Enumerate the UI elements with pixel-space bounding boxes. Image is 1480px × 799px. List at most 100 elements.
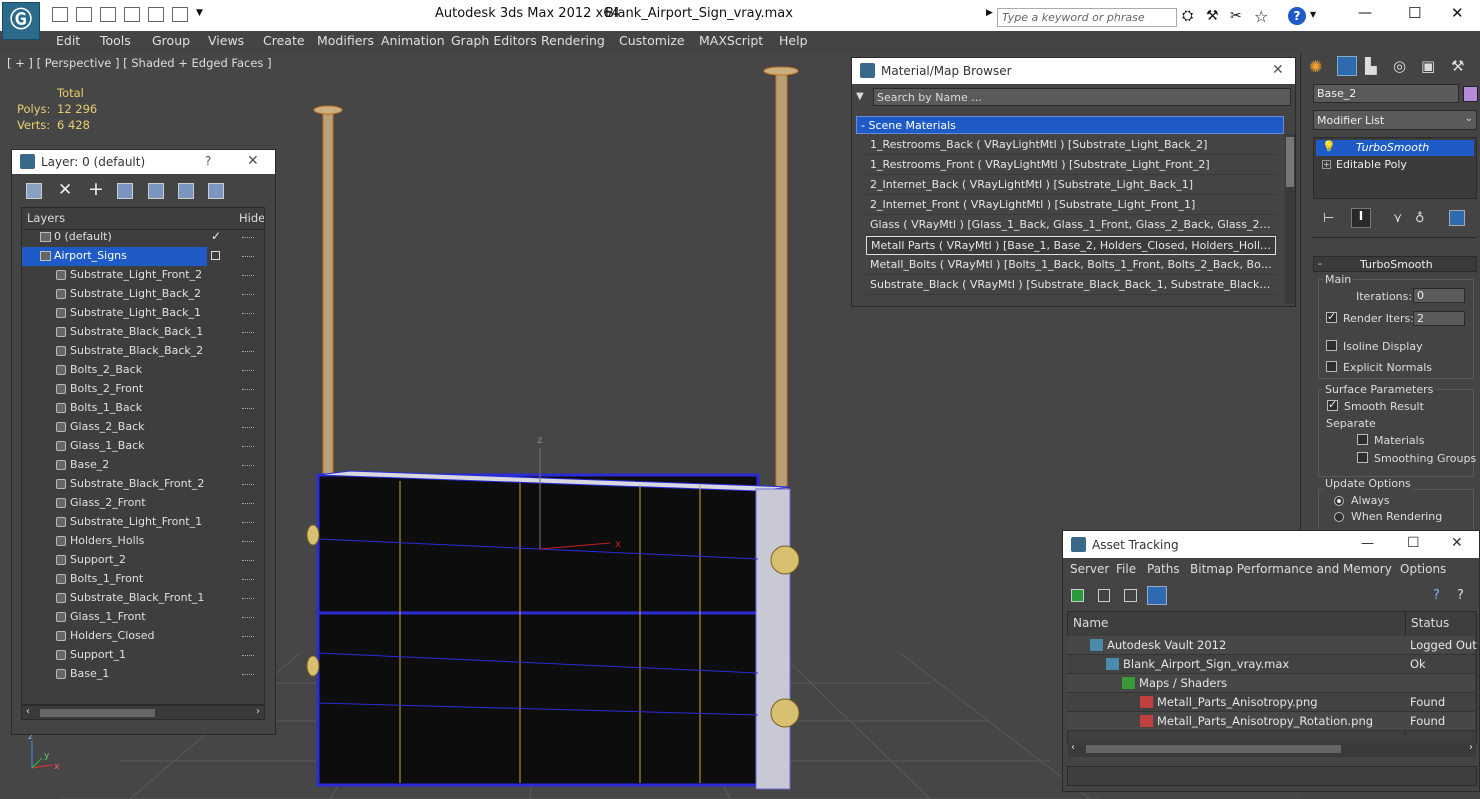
configure-sets-icon[interactable] bbox=[1449, 210, 1465, 226]
refresh-icon[interactable] bbox=[1071, 589, 1084, 602]
browser-options-icon[interactable]: ▼ bbox=[856, 91, 864, 102]
hide-toggle[interactable] bbox=[242, 446, 254, 447]
utilities-tab-icon[interactable]: ⚒ bbox=[1451, 57, 1471, 77]
layer-object-row[interactable]: Bolts_2_Front bbox=[22, 380, 262, 399]
modifier-stack[interactable]: 💡 TurboSmooth + Editable Poly bbox=[1313, 137, 1477, 199]
add-to-layer-icon[interactable]: + bbox=[88, 178, 104, 200]
help-icon[interactable]: ? bbox=[1288, 7, 1306, 25]
favorites-icon[interactable]: ☆ bbox=[1254, 7, 1268, 26]
asset-menu-server[interactable]: Server bbox=[1070, 562, 1109, 576]
layer-object-row[interactable]: Holders_Closed bbox=[22, 627, 262, 646]
menu-group[interactable]: Group bbox=[152, 33, 190, 48]
layer-hscrollbar[interactable]: ‹ › bbox=[21, 705, 265, 720]
communication-icon[interactable]: ✂ bbox=[1230, 8, 1242, 24]
material-item[interactable]: 1_Restrooms_Front ( VRayLightMtl ) [Subs… bbox=[866, 156, 1276, 175]
layer-object-row[interactable]: Substrate_Black_Back_2 bbox=[22, 342, 262, 361]
show-end-result-icon[interactable]: I bbox=[1351, 208, 1371, 228]
layer-help-button[interactable]: ? bbox=[205, 154, 211, 168]
hide-toggle[interactable] bbox=[242, 522, 254, 523]
asset-menu-paths[interactable]: Paths bbox=[1147, 562, 1180, 576]
asset-path-field[interactable] bbox=[1067, 766, 1477, 786]
materials-checkbox[interactable] bbox=[1357, 434, 1368, 445]
name-column-header[interactable]: Name bbox=[1073, 616, 1108, 630]
display-tab-icon[interactable]: ▣ bbox=[1421, 57, 1441, 77]
layer-object-row[interactable]: Base_2 bbox=[22, 456, 262, 475]
maximize-button[interactable]: ☐ bbox=[1408, 4, 1421, 22]
asset-menu-options[interactable]: Options bbox=[1400, 562, 1446, 576]
material-item[interactable]: 1_Restrooms_Back ( VRayLightMtl ) [Subst… bbox=[866, 136, 1276, 155]
layer-object-row[interactable]: Glass_2_Back bbox=[22, 418, 262, 437]
tools-icon[interactable]: ⚒ bbox=[1206, 8, 1219, 24]
hide-toggle[interactable] bbox=[242, 275, 254, 276]
minimize-button[interactable]: — bbox=[1358, 5, 1372, 21]
scroll-left-icon[interactable]: ‹ bbox=[1071, 742, 1075, 753]
hide-toggle[interactable] bbox=[242, 294, 254, 295]
modify-tab-icon[interactable] bbox=[1337, 56, 1357, 76]
lightbulb-icon[interactable]: 💡 bbox=[1322, 140, 1336, 153]
hide-toggle[interactable] bbox=[242, 674, 254, 675]
hide-toggle[interactable] bbox=[242, 560, 254, 561]
hierarchy-tab-icon[interactable]: ▙ bbox=[1365, 57, 1385, 77]
asset-menu-bitmap-performance[interactable]: Bitmap Performance and Memory bbox=[1190, 562, 1392, 576]
render-iters-checkbox[interactable]: ✓ bbox=[1326, 310, 1337, 323]
smoothing-groups-checkbox[interactable] bbox=[1357, 452, 1368, 463]
always-radio[interactable] bbox=[1334, 496, 1344, 506]
hide-toggle[interactable] bbox=[242, 541, 254, 542]
close-button[interactable]: ✕ bbox=[1451, 4, 1464, 22]
search-input[interactable]: Type a keyword or phrase bbox=[997, 8, 1177, 27]
asset-minimize-button[interactable]: — bbox=[1361, 536, 1374, 551]
explicit-normals-checkbox[interactable] bbox=[1326, 361, 1337, 372]
viewport-label[interactable]: [ + ] [ Perspective ] [ Shaded + Edged F… bbox=[7, 56, 272, 70]
hide-all-icon[interactable] bbox=[178, 183, 194, 199]
asset-menu-file[interactable]: File bbox=[1116, 562, 1136, 576]
hide-toggle[interactable] bbox=[242, 617, 254, 618]
open-file-icon[interactable] bbox=[52, 7, 68, 22]
layer-object-row[interactable]: Substrate_Light_Back_2 bbox=[22, 285, 262, 304]
expand-icon[interactable]: + bbox=[1322, 160, 1331, 169]
hide-toggle[interactable] bbox=[242, 370, 254, 371]
hold-icon[interactable] bbox=[148, 7, 164, 22]
pin-stack-icon[interactable]: ⊢ bbox=[1323, 211, 1334, 226]
layer-object-row[interactable]: Substrate_Light_Front_2 bbox=[22, 266, 262, 285]
menu-rendering[interactable]: Rendering bbox=[541, 33, 605, 48]
hide-toggle[interactable] bbox=[242, 655, 254, 656]
hide-toggle[interactable] bbox=[242, 427, 254, 428]
menu-modifiers[interactable]: Modifiers bbox=[317, 33, 374, 48]
object-name-field[interactable]: Base_2 bbox=[1313, 84, 1459, 103]
hide-column-header[interactable]: Hide bbox=[239, 211, 264, 225]
scroll-left-icon[interactable]: ‹ bbox=[26, 706, 30, 717]
scroll-right-icon[interactable]: › bbox=[256, 706, 260, 717]
delete-layer-icon[interactable]: ✕ bbox=[58, 180, 72, 200]
hide-toggle[interactable] bbox=[242, 256, 254, 257]
layer-object-row[interactable]: Holders_Holls bbox=[22, 532, 262, 551]
create-layer-icon[interactable] bbox=[26, 183, 42, 199]
material-item[interactable]: Substrate_Black ( VRayMtl ) [Substrate_B… bbox=[866, 276, 1276, 295]
save-file-icon[interactable] bbox=[76, 7, 92, 22]
render-iters-spinner[interactable]: 2 bbox=[1413, 311, 1465, 326]
hide-toggle[interactable] bbox=[242, 237, 254, 238]
layer-panel-titlebar[interactable]: Layer: 0 (default) ? ✕ bbox=[12, 150, 275, 174]
layer-row-airport-signs[interactable]: Airport_Signs bbox=[22, 247, 262, 266]
menu-maxscript[interactable]: MAXScript bbox=[699, 33, 763, 48]
table-view-icon[interactable] bbox=[1147, 586, 1167, 605]
detail-view-icon[interactable] bbox=[1124, 589, 1137, 602]
layer-object-row[interactable]: Glass_1_Back bbox=[22, 437, 262, 456]
material-browser-titlebar[interactable]: Material/Map Browser ✕ bbox=[852, 58, 1295, 84]
list-view-icon[interactable] bbox=[1098, 589, 1110, 602]
hide-toggle[interactable] bbox=[242, 503, 254, 504]
stack-item-editable-poly[interactable]: + Editable Poly bbox=[1316, 157, 1474, 173]
layer-object-row[interactable]: Substrate_Black_Front_2 bbox=[22, 475, 262, 494]
hide-toggle[interactable] bbox=[242, 389, 254, 390]
fetch-icon[interactable] bbox=[172, 7, 188, 22]
menu-views[interactable]: Views bbox=[208, 33, 244, 48]
motion-tab-icon[interactable]: ◎ bbox=[1393, 57, 1413, 77]
material-scroll-thumb[interactable] bbox=[1286, 137, 1294, 187]
hide-toggle[interactable] bbox=[242, 332, 254, 333]
asset-close-button[interactable]: ✕ bbox=[1451, 535, 1463, 551]
undo-icon[interactable] bbox=[100, 7, 116, 22]
hide-toggle[interactable] bbox=[242, 636, 254, 637]
menu-create[interactable]: Create bbox=[263, 33, 305, 48]
material-item[interactable]: 2_Internet_Front ( VRayLightMtl ) [Subst… bbox=[866, 196, 1276, 215]
material-vscrollbar[interactable] bbox=[1285, 134, 1295, 304]
hide-toggle[interactable] bbox=[242, 408, 254, 409]
